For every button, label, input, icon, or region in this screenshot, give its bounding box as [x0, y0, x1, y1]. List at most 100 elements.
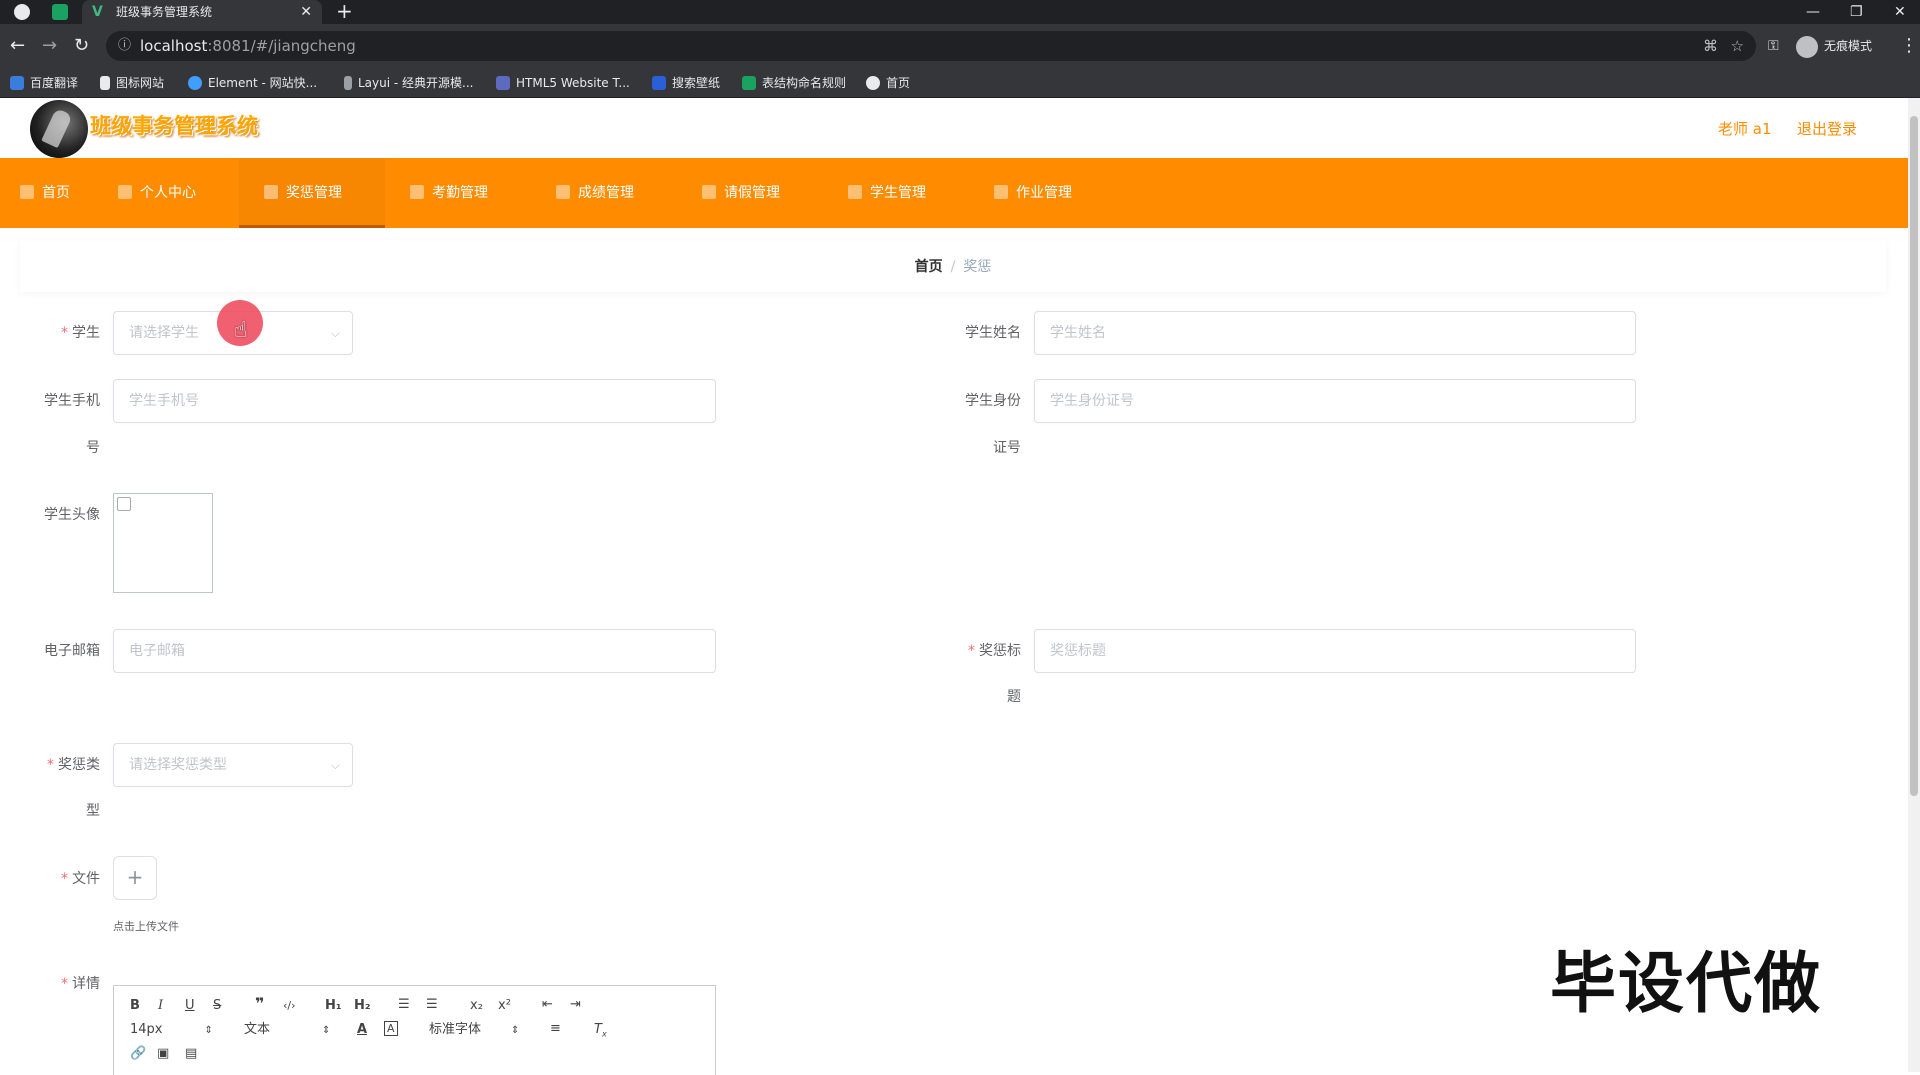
reward-title-input[interactable]: 奖惩标题: [1034, 629, 1636, 673]
nav-item-students[interactable]: 学生管理: [848, 158, 926, 228]
calendar-icon: [410, 184, 424, 199]
url-path: :8081/#/jiangcheng: [207, 37, 356, 55]
link-icon[interactable]: 🔗: [130, 1045, 146, 1063]
student-name-label: 学生姓名: [965, 325, 1021, 341]
document-icon: [702, 184, 716, 199]
outdent-icon[interactable]: ⇤: [542, 996, 553, 1014]
heading1-icon[interactable]: H₁: [325, 997, 342, 1015]
nav-item-profile[interactable]: 个人中心: [118, 158, 196, 228]
close-tab-icon[interactable]: ✕: [300, 0, 312, 24]
incognito-icon: [1796, 35, 1818, 58]
incognito-label: 无痕模式: [1824, 39, 1873, 53]
upload-button[interactable]: +: [113, 856, 157, 900]
page-scrollbar[interactable]: [1908, 98, 1920, 1072]
phone-label: 学生手机: [44, 393, 100, 409]
bookmark-star-icon[interactable]: ☆: [1731, 31, 1744, 61]
minimize-icon[interactable]: —: [1806, 0, 1820, 24]
nav-item-home[interactable]: 首页: [20, 158, 70, 228]
font-family-select[interactable]: 标准字体 ⇕: [429, 1021, 519, 1040]
breadcrumb-current: 奖惩: [963, 259, 992, 275]
code-icon[interactable]: ‹/›: [283, 997, 296, 1015]
incognito-profile[interactable]: 无痕模式: [1796, 34, 1872, 58]
bookmark-item[interactable]: 搜索壁纸: [652, 68, 720, 98]
logout-link[interactable]: 退出登录: [1797, 118, 1857, 139]
phone-input[interactable]: 学生手机号: [113, 379, 716, 423]
user-icon: [118, 184, 132, 199]
award-icon: [264, 184, 278, 199]
breadcrumb-separator: /: [950, 259, 956, 275]
current-user: 老师 a1: [1718, 120, 1772, 138]
updown-icon: ⇕: [322, 1025, 331, 1036]
blockquote-icon[interactable]: ❞: [255, 995, 264, 1013]
bookmark-item[interactable]: HTML5 Website T...: [496, 68, 630, 98]
paragraph-select[interactable]: 文本 ⇕: [244, 1021, 330, 1040]
book-icon: [994, 184, 1008, 199]
chart-icon: [556, 184, 570, 199]
upload-tip: 点击上传文件: [113, 920, 179, 933]
close-window-icon[interactable]: ✕: [1894, 0, 1906, 24]
superscript-icon[interactable]: x²: [498, 997, 511, 1015]
back-icon[interactable]: ←: [10, 36, 25, 56]
reward-title-label-wrap: 题: [1007, 689, 1021, 705]
info-icon: ⓘ: [118, 38, 132, 53]
url-input[interactable]: ⓘ localhost:8081/#/jiangcheng ⌘ ☆: [106, 31, 1756, 61]
clear-format-icon[interactable]: Tx: [594, 1021, 607, 1044]
bullet-list-icon[interactable]: ☰: [426, 996, 438, 1014]
indent-icon[interactable]: ⇥: [570, 996, 581, 1014]
font-size-select[interactable]: 14px ⇕: [130, 1021, 213, 1040]
students-icon: [848, 184, 862, 199]
new-tab-icon[interactable]: +: [336, 0, 353, 23]
translate-bookmark-icon: [10, 75, 24, 90]
heading2-icon[interactable]: H₂: [354, 997, 371, 1015]
italic-icon[interactable]: I: [158, 997, 163, 1015]
key-icon[interactable]: ⚿: [1768, 36, 1779, 56]
nav-item-leave[interactable]: 请假管理: [702, 158, 780, 228]
translate-icon[interactable]: ⌘: [1703, 31, 1718, 61]
forward-icon[interactable]: →: [42, 36, 57, 56]
nav-item-grades[interactable]: 成绩管理: [556, 158, 634, 228]
nav-item-homework[interactable]: 作业管理: [994, 158, 1072, 228]
student-name-input[interactable]: 学生姓名: [1034, 311, 1636, 355]
bold-icon[interactable]: B: [130, 997, 140, 1015]
ordered-list-icon[interactable]: ☰: [398, 996, 410, 1014]
pinned-tab-icon[interactable]: [52, 4, 68, 20]
plus-icon: +: [126, 865, 144, 889]
chevron-down-icon: ⌵: [330, 758, 340, 772]
image-icon[interactable]: ▣: [157, 1045, 169, 1063]
font-color-icon[interactable]: A: [357, 1021, 367, 1039]
scrollbar-thumb[interactable]: [1910, 116, 1918, 796]
nav-item-attendance[interactable]: 考勤管理: [410, 158, 488, 228]
bookmark-item[interactable]: Layui - 经典开源模...: [344, 68, 473, 98]
reward-type-label: * 奖惩类: [47, 757, 100, 773]
bookmark-item[interactable]: 图标网站: [100, 68, 164, 98]
align-icon[interactable]: ≡: [550, 1020, 561, 1038]
background-color-icon[interactable]: A: [384, 1021, 398, 1036]
url-host: localhost: [140, 37, 208, 55]
email-input[interactable]: 电子邮箱: [113, 629, 716, 673]
student-label: * 学生: [61, 325, 100, 341]
browser-tab-active[interactable]: V 班级事务管理系统 ✕: [82, 0, 322, 24]
reload-icon[interactable]: ↻: [74, 36, 89, 56]
updown-icon: ⇕: [204, 1025, 213, 1036]
subscript-icon[interactable]: x₂: [470, 997, 483, 1015]
breadcrumb-home[interactable]: 首页: [915, 259, 943, 275]
id-card-input[interactable]: 学生身份证号: [1034, 379, 1636, 423]
bookmark-item[interactable]: Element - 网站快...: [188, 68, 317, 98]
bookmark-item[interactable]: 首页: [866, 68, 910, 98]
strikethrough-icon[interactable]: S: [213, 997, 221, 1015]
app-header: 班级事务管理系统 老师 a1 退出登录: [0, 98, 1920, 158]
nav-item-rewards[interactable]: 奖惩管理: [239, 158, 385, 228]
video-icon[interactable]: ▤: [185, 1045, 197, 1063]
reward-type-select[interactable]: 请选择奖惩类型 ⌵: [113, 743, 353, 787]
browser-menu-dots-icon[interactable]: ⋮: [1900, 36, 1918, 56]
layui-bookmark-icon: [344, 75, 352, 90]
phone-label-wrap: 号: [86, 440, 100, 456]
bookmark-item[interactable]: 表结构命名规则: [742, 68, 846, 98]
rich-text-editor[interactable]: B I U S ❞ ‹/› H₁ H₂ ☰ ☰ x₂ x² ⇤ ⇥ 14px ⇕ …: [113, 985, 716, 1075]
bookmark-item[interactable]: 百度翻译: [10, 68, 78, 98]
underline-icon[interactable]: U: [185, 997, 195, 1015]
restore-icon[interactable]: ❐: [1850, 0, 1863, 24]
avatar-image[interactable]: [113, 493, 213, 593]
breadcrumb: 首页 / 奖惩: [20, 240, 1886, 292]
browser-menu-icon[interactable]: [14, 4, 30, 20]
